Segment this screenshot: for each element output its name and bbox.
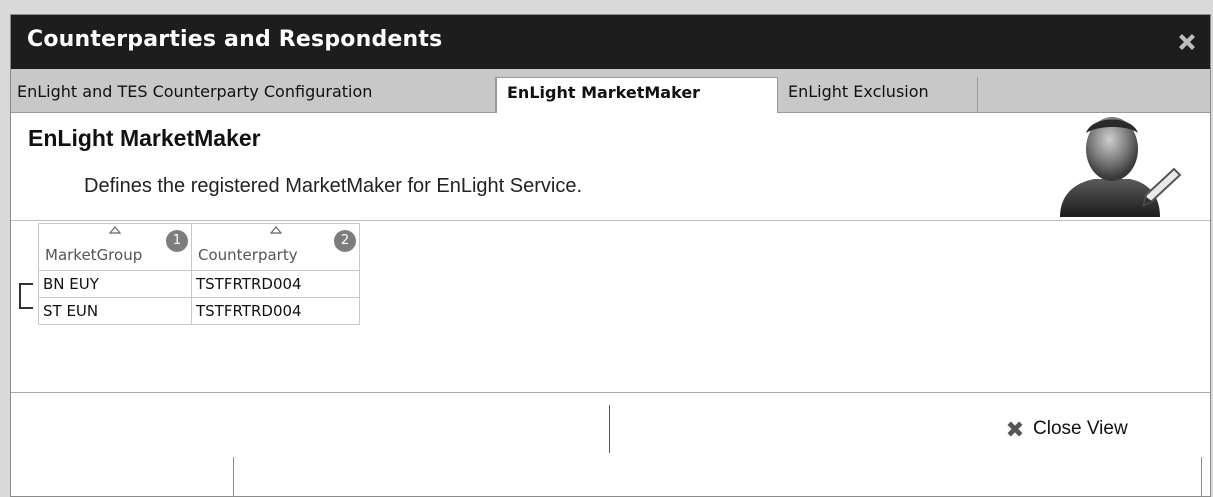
user-edit-icon — [1060, 117, 1182, 217]
divider — [1201, 457, 1202, 496]
view-footer: Close View — [11, 393, 1210, 496]
close-x-icon — [1007, 421, 1023, 437]
cell-counterparty[interactable]: TSTFRTRD004 — [191, 270, 360, 298]
sort-ascending-icon — [109, 226, 121, 234]
column-header-counterparty[interactable]: 2 Counterparty — [191, 223, 360, 271]
window-close-button[interactable] — [1174, 29, 1200, 55]
view-header: EnLight MarketMaker Defines the register… — [11, 113, 1210, 221]
close-x-icon — [1179, 34, 1195, 50]
column-label: Counterparty — [198, 246, 298, 264]
tab-enlight-marketmaker[interactable]: EnLight MarketMaker — [496, 77, 778, 114]
tab-enlight-tes-config[interactable]: EnLight and TES Counterparty Configurati… — [11, 77, 496, 113]
column-header-marketgroup[interactable]: 1 MarketGroup — [38, 223, 192, 271]
divider — [609, 405, 610, 453]
divider — [233, 457, 234, 496]
table-row[interactable]: ST EUN TSTFRTRD004 — [38, 297, 360, 325]
sort-order-badge: 2 — [334, 230, 356, 252]
row-selection-marker[interactable] — [19, 283, 33, 309]
close-view-button[interactable]: Close View — [1005, 415, 1128, 443]
cell-marketgroup[interactable]: ST EUN — [38, 297, 192, 325]
sort-order-badge: 1 — [166, 230, 188, 252]
window-title: Counterparties and Respondents — [27, 27, 443, 52]
tab-bar: EnLight and TES Counterparty Configurati… — [11, 69, 1210, 114]
tab-enlight-exclusion[interactable]: EnLight Exclusion — [778, 77, 978, 113]
column-label: MarketGroup — [45, 246, 143, 264]
page-title: EnLight MarketMaker — [28, 125, 261, 151]
counterparties-window: Counterparties and Respondents EnLight a… — [10, 14, 1211, 497]
window-titlebar: Counterparties and Respondents — [11, 15, 1210, 69]
page-description: Defines the registered MarketMaker for E… — [84, 175, 582, 197]
close-view-label: Close View — [1033, 418, 1128, 439]
cell-counterparty[interactable]: TSTFRTRD004 — [191, 297, 360, 325]
marketmaker-table: 1 MarketGroup 2 Counterparty BN EUY TSTF… — [38, 223, 360, 325]
sort-ascending-icon — [269, 226, 282, 234]
table-row[interactable]: BN EUY TSTFRTRD004 — [38, 270, 360, 298]
cell-marketgroup[interactable]: BN EUY — [38, 270, 192, 298]
grid-area: 1 MarketGroup 2 Counterparty BN EUY TSTF… — [11, 221, 1210, 393]
